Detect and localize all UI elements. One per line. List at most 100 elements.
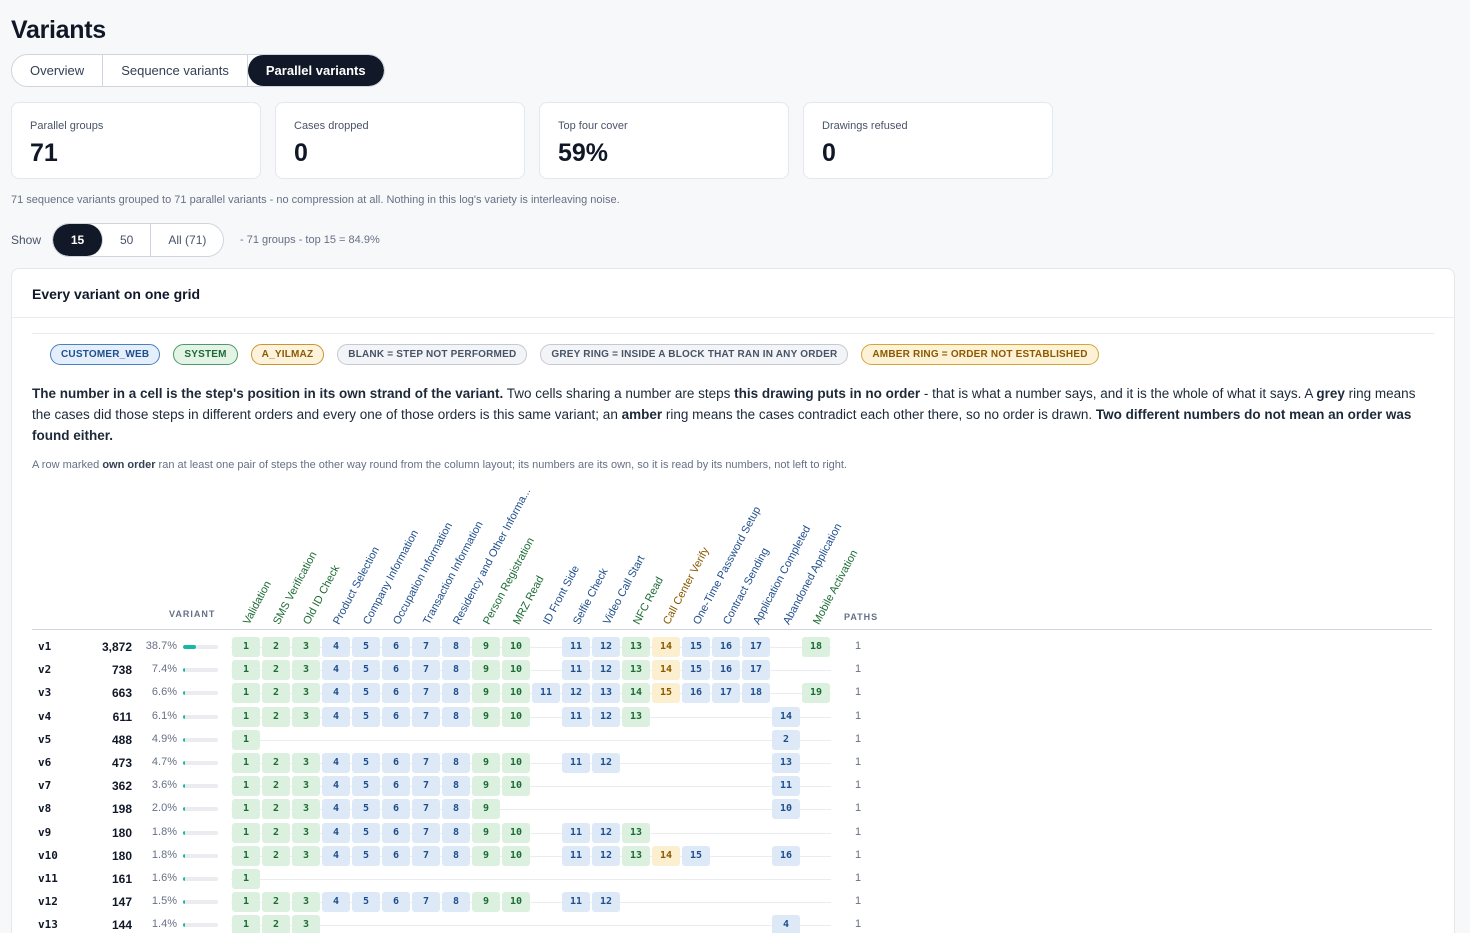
variant-name[interactable]: v10 [38,849,58,862]
step-cell[interactable]: 10 [502,637,530,657]
step-cell[interactable]: 2 [772,729,800,750]
variant-name[interactable]: v9 [38,826,51,839]
step-cell[interactable]: 2 [262,776,290,797]
step-cell[interactable]: 7 [412,845,440,866]
variant-name[interactable]: v2 [38,663,51,676]
step-cell[interactable]: 1 [232,706,260,727]
step-cell[interactable]: 5 [352,660,380,681]
step-cell[interactable]: 13 [592,683,620,704]
step-cell[interactable]: 2 [262,799,290,820]
variant-name[interactable]: v3 [38,686,51,699]
step-cell[interactable]: 7 [412,892,440,913]
step-cell[interactable]: 10 [502,706,530,727]
step-cell[interactable]: 8 [442,683,470,704]
step-cell[interactable]: 11 [562,822,590,843]
step-cell[interactable]: 5 [352,706,380,727]
step-cell[interactable]: 16 [712,660,740,681]
step-cell[interactable]: 11 [772,776,800,797]
step-cell[interactable]: 7 [412,637,440,657]
step-cell[interactable]: 17 [742,660,770,681]
step-cell[interactable]: 3 [292,706,320,727]
step-cell[interactable]: 11 [562,892,590,913]
tab-parallel-variants[interactable]: Parallel variants [247,55,384,86]
step-cell[interactable]: 9 [472,660,500,681]
step-cell[interactable]: 1 [232,845,260,866]
step-cell[interactable]: 2 [262,822,290,843]
step-cell[interactable]: 11 [562,845,590,866]
step-cell[interactable]: 5 [352,637,380,657]
step-cell[interactable]: 2 [262,660,290,681]
step-cell[interactable]: 16 [712,637,740,657]
step-cell[interactable]: 6 [382,683,410,704]
step-cell[interactable]: 7 [412,706,440,727]
variant-name[interactable]: v12 [38,895,58,908]
step-cell[interactable]: 7 [412,753,440,773]
step-cell[interactable]: 8 [442,799,470,820]
step-cell[interactable]: 11 [562,706,590,727]
step-cell[interactable]: 7 [412,822,440,843]
step-cell[interactable]: 1 [232,892,260,913]
step-cell[interactable]: 4 [322,822,350,843]
step-cell[interactable]: 6 [382,776,410,797]
step-cell[interactable]: 18 [802,637,830,657]
step-cell[interactable]: 4 [772,915,800,933]
step-cell[interactable]: 6 [382,892,410,913]
step-cell[interactable]: 18 [742,683,770,704]
step-cell[interactable]: 12 [592,845,620,866]
step-cell[interactable]: 15 [682,637,710,657]
step-cell[interactable]: 3 [292,799,320,820]
step-cell[interactable]: 9 [472,822,500,843]
step-cell[interactable]: 16 [682,683,710,704]
step-cell[interactable]: 9 [472,637,500,657]
step-cell[interactable]: 11 [562,637,590,657]
step-cell[interactable]: 13 [622,845,650,866]
step-cell[interactable]: 10 [502,753,530,773]
step-cell[interactable]: 6 [382,822,410,843]
step-cell[interactable]: 14 [772,706,800,727]
step-cell[interactable]: 7 [412,799,440,820]
step-cell[interactable]: 4 [322,892,350,913]
step-cell[interactable]: 9 [472,753,500,773]
step-cell[interactable]: 7 [412,776,440,797]
step-cell[interactable]: 1 [232,822,260,843]
step-cell[interactable]: 6 [382,799,410,820]
show-15-button[interactable]: 15 [53,224,103,256]
step-cell[interactable]: 13 [622,637,650,657]
step-cell[interactable]: 11 [562,660,590,681]
step-cell[interactable]: 9 [472,776,500,797]
step-cell[interactable]: 2 [262,753,290,773]
step-cell[interactable]: 14 [652,637,680,657]
step-cell[interactable]: 1 [232,729,260,750]
step-cell[interactable]: 12 [562,683,590,704]
step-cell[interactable]: 1 [232,660,260,681]
variant-name[interactable]: v6 [38,756,51,769]
step-cell[interactable]: 3 [292,776,320,797]
step-cell[interactable]: 10 [772,799,800,820]
step-cell[interactable]: 4 [322,706,350,727]
step-cell[interactable]: 1 [232,753,260,773]
step-cell[interactable]: 1 [232,683,260,704]
step-cell[interactable]: 14 [652,660,680,681]
variant-name[interactable]: v11 [38,872,58,885]
step-cell[interactable]: 2 [262,637,290,657]
step-cell[interactable]: 8 [442,706,470,727]
step-cell[interactable]: 2 [262,683,290,704]
step-cell[interactable]: 13 [772,753,800,773]
step-cell[interactable]: 1 [232,776,260,797]
step-cell[interactable]: 12 [592,637,620,657]
step-cell[interactable]: 4 [322,753,350,773]
step-cell[interactable]: 10 [502,892,530,913]
step-cell[interactable]: 8 [442,845,470,866]
step-cell[interactable]: 3 [292,753,320,773]
step-cell[interactable]: 3 [292,660,320,681]
show-50-button[interactable]: 50 [103,224,152,256]
variant-name[interactable]: v8 [38,802,51,815]
step-cell[interactable]: 16 [772,845,800,866]
step-cell[interactable]: 4 [322,845,350,866]
step-cell[interactable]: 8 [442,660,470,681]
step-cell[interactable]: 19 [802,683,830,704]
step-cell[interactable]: 9 [472,892,500,913]
step-cell[interactable]: 4 [322,683,350,704]
step-cell[interactable]: 12 [592,660,620,681]
variant-name[interactable]: v13 [38,918,58,931]
